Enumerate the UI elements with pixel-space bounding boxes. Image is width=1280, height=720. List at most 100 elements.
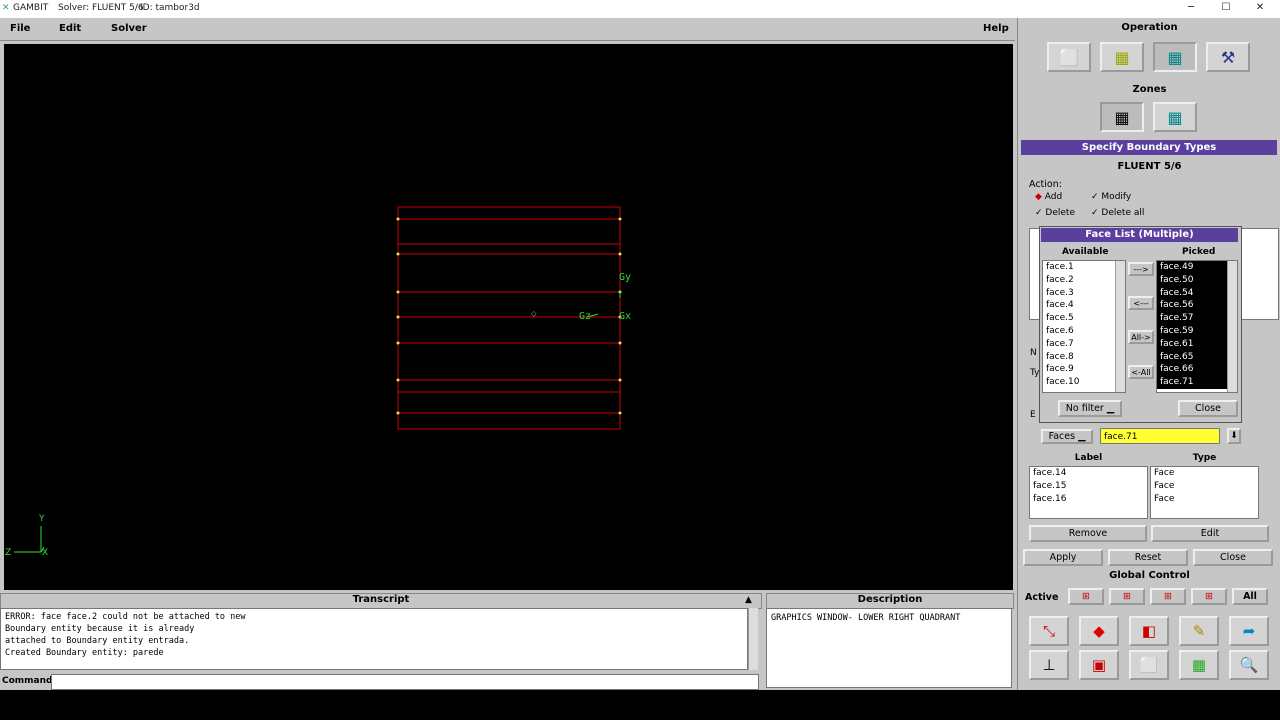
type-list[interactable]: Face Face Face (1150, 466, 1259, 519)
color-scheme-icon[interactable]: ▦ (1179, 650, 1219, 680)
table-row[interactable]: face.16 (1030, 493, 1147, 506)
mesh-cube-icon[interactable]: ▦ (1100, 42, 1144, 72)
list-item[interactable]: face.8 (1043, 351, 1125, 364)
orient-axes-icon[interactable]: ⊥ (1029, 650, 1069, 680)
boundary-types-icon[interactable]: ▦ (1100, 102, 1144, 132)
radio-delete-all[interactable]: ✓ Delete all (1091, 208, 1144, 218)
undo-view-icon[interactable]: ◧ (1129, 616, 1169, 646)
list-item[interactable]: face.49 (1157, 261, 1237, 274)
transcript-scrollbar[interactable] (748, 608, 758, 670)
available-list[interactable]: face.1 face.2 face.3 face.4 face.5 face.… (1042, 260, 1126, 393)
fit-to-window-icon[interactable]: ⤡ (1029, 616, 1069, 646)
vertex (396, 315, 400, 319)
list-item[interactable]: face.66 (1157, 363, 1237, 377)
list-item[interactable]: face.7 (1043, 338, 1125, 351)
geometry-cube-icon[interactable]: ⬜ (1047, 42, 1091, 72)
list-item[interactable]: face.54 (1157, 286, 1237, 300)
remove-button[interactable]: Remove (1029, 525, 1147, 542)
face-list-close-button[interactable]: Close (1178, 400, 1238, 417)
zoom-icon[interactable]: 🔍 (1229, 650, 1269, 680)
shade-model-icon[interactable]: ⬜ (1129, 650, 1169, 680)
move-all-left-button[interactable]: <-All (1128, 365, 1154, 379)
description-title: Description (857, 594, 923, 605)
description-header: Description (766, 593, 1014, 609)
command-input[interactable] (51, 674, 759, 690)
list-item[interactable]: face.3 (1043, 287, 1125, 300)
list-item[interactable]: face.50 (1157, 273, 1237, 287)
quadrant-tl-icon[interactable]: ⊞ (1068, 588, 1104, 605)
table-row[interactable]: Face (1151, 467, 1258, 480)
picked-list[interactable]: face.49 face.50 face.54 face.56 face.57 … (1156, 260, 1238, 393)
menu-edit[interactable]: Edit (59, 23, 81, 34)
render-model-icon[interactable]: ▣ (1079, 650, 1119, 680)
table-row[interactable]: face.14 (1030, 467, 1147, 480)
partial-label: Ty (1030, 368, 1040, 378)
radio-add[interactable]: ◆ Add (1035, 192, 1062, 202)
list-item[interactable]: face.61 (1157, 337, 1237, 351)
face-list-dialog: Face List (Multiple) Available Picked fa… (1039, 226, 1242, 423)
pick-list-arrow-icon[interactable]: ⬇ (1227, 428, 1241, 444)
move-right-button[interactable]: ---> (1128, 262, 1154, 276)
move-left-button[interactable]: <--- (1128, 296, 1154, 310)
triad-label-z: Z (5, 548, 11, 558)
table-row[interactable]: Face (1151, 493, 1258, 506)
entity-field[interactable]: face.71 (1100, 428, 1220, 444)
label-list[interactable]: face.14 face.15 face.16 (1029, 466, 1148, 519)
list-item[interactable]: face.1 (1043, 261, 1125, 274)
app-title: GAMBIT (13, 3, 49, 13)
transcript-line: ERROR: face face.2 could not be attached… (5, 612, 246, 622)
all-quadrants-button[interactable]: All (1232, 588, 1268, 605)
quadrant-tr-icon[interactable]: ⊞ (1109, 588, 1145, 605)
label-column-header: Label (1074, 453, 1103, 463)
list-item[interactable]: face.71 (1157, 376, 1237, 389)
graphics-window[interactable]: Gy Gz Gx ⬦ Y Z X (4, 44, 1013, 590)
maximize-button[interactable]: ☐ (1219, 2, 1233, 16)
redo-arrow-icon[interactable]: ➦ (1229, 616, 1269, 646)
tools-icon[interactable]: ⚒ (1206, 42, 1250, 72)
select-pivot-icon[interactable]: ◆ (1079, 616, 1119, 646)
list-item[interactable]: face.5 (1043, 312, 1125, 325)
list-item[interactable]: face.2 (1043, 274, 1125, 287)
form-title: Specify Boundary Types (1021, 140, 1277, 155)
session-id: ID: tambor3d (140, 3, 200, 13)
list-item[interactable]: face.59 (1157, 324, 1237, 338)
view-triad-icon (14, 526, 45, 553)
filter-dropdown[interactable]: No filter ▁ (1058, 400, 1122, 417)
entity-type-dropdown[interactable]: Faces ▁ (1041, 429, 1093, 444)
type-column-header: Type (1192, 453, 1217, 463)
menu-file[interactable]: File (10, 23, 30, 34)
table-row[interactable]: face.15 (1030, 480, 1147, 493)
specify-display-attributes-icon[interactable]: ✎ (1179, 616, 1219, 646)
list-item[interactable]: face.10 (1043, 376, 1125, 389)
available-scrollbar[interactable] (1115, 261, 1125, 392)
vertex (396, 411, 400, 415)
list-item[interactable]: face.56 (1157, 299, 1237, 313)
radio-modify[interactable]: ✓ Modify (1091, 192, 1131, 202)
menu-help[interactable]: Help (983, 23, 1009, 34)
edit-button[interactable]: Edit (1151, 525, 1269, 542)
continuum-types-icon[interactable]: ▦ (1153, 102, 1197, 132)
quadrant-bl-icon[interactable]: ⊞ (1150, 588, 1186, 605)
zones-cube-icon[interactable]: ▦ (1153, 42, 1197, 72)
list-item[interactable]: face.9 (1043, 363, 1125, 376)
close-window-button[interactable]: ✕ (1253, 2, 1267, 16)
command-line: Command: (0, 674, 760, 690)
radio-icon: ✓ (1035, 208, 1043, 218)
quadrant-br-icon[interactable]: ⊞ (1191, 588, 1227, 605)
list-item[interactable]: face.6 (1043, 325, 1125, 338)
list-item[interactable]: face.65 (1157, 350, 1237, 364)
collapse-icon[interactable]: ▲ (745, 595, 752, 605)
menubar: File Edit Solver Help (0, 18, 1015, 41)
reset-button[interactable]: Reset (1108, 549, 1188, 566)
table-row[interactable]: Face (1151, 480, 1258, 493)
move-all-right-button[interactable]: All-> (1128, 330, 1154, 344)
apply-button[interactable]: Apply (1023, 549, 1103, 566)
radio-delete[interactable]: ✓ Delete (1035, 208, 1075, 218)
picked-scrollbar[interactable] (1227, 261, 1237, 392)
close-button[interactable]: Close (1193, 549, 1273, 566)
minimize-button[interactable]: ─ (1184, 2, 1198, 16)
menu-solver[interactable]: Solver (111, 23, 147, 34)
list-item[interactable]: face.4 (1043, 299, 1125, 312)
list-item[interactable]: face.57 (1157, 312, 1237, 325)
partial-label: N (1030, 348, 1037, 358)
